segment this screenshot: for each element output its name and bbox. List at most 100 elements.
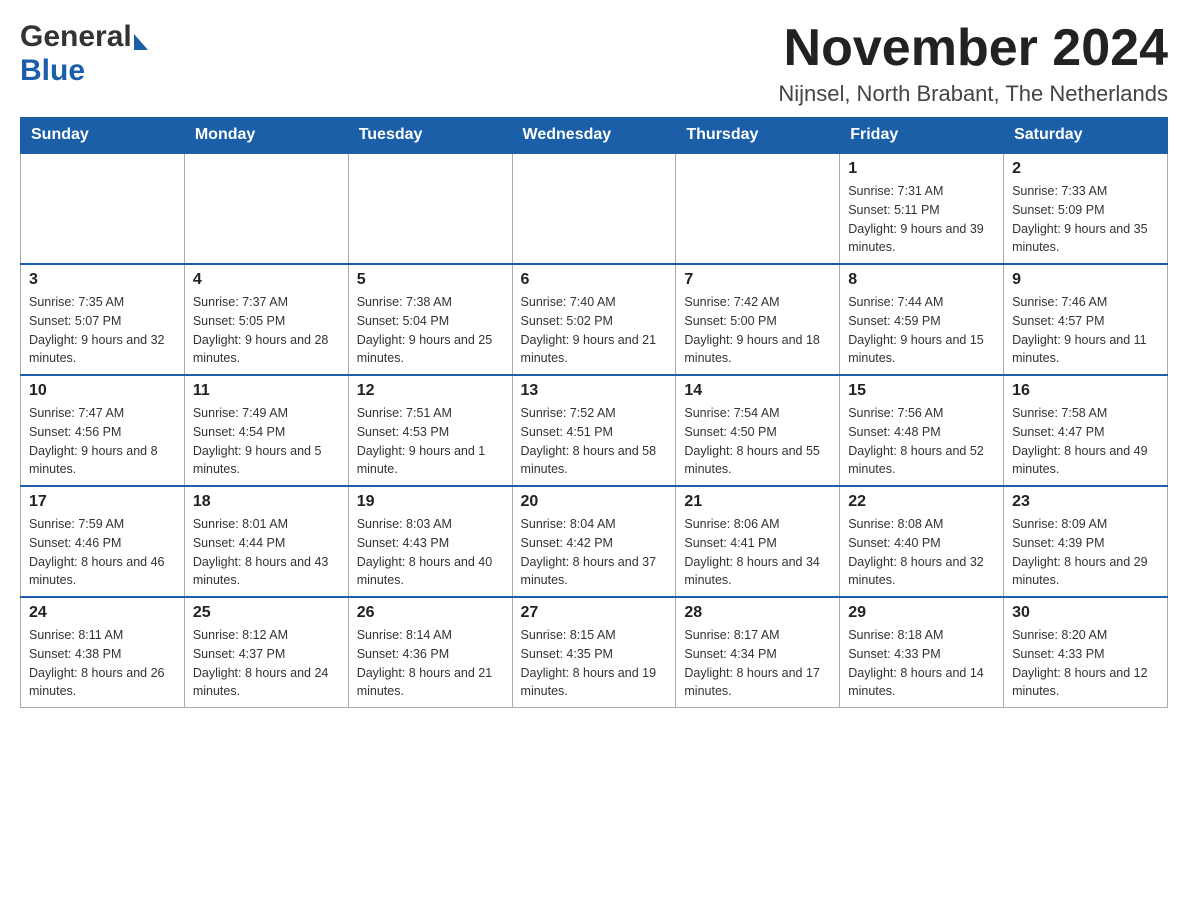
- day-info: Sunrise: 7:52 AMSunset: 4:51 PMDaylight:…: [521, 404, 668, 479]
- day-info: Sunrise: 8:12 AMSunset: 4:37 PMDaylight:…: [193, 626, 340, 701]
- day-number: 13: [521, 382, 668, 400]
- day-number: 28: [684, 604, 831, 622]
- day-info: Sunrise: 8:15 AMSunset: 4:35 PMDaylight:…: [521, 626, 668, 701]
- calendar-cell: [348, 153, 512, 264]
- calendar-cell: 5 Sunrise: 7:38 AMSunset: 5:04 PMDaylight…: [348, 264, 512, 375]
- calendar-cell: 9 Sunrise: 7:46 AMSunset: 4:57 PMDaylight…: [1004, 264, 1168, 375]
- day-number: 16: [1012, 382, 1159, 400]
- calendar-cell: 12 Sunrise: 7:51 AMSunset: 4:53 PMDayligh…: [348, 375, 512, 486]
- weekday-header-wednesday: Wednesday: [512, 118, 676, 154]
- calendar-cell: 3Sunrise: 7:35 AMSunset: 5:07 PMDaylight…: [21, 264, 185, 375]
- day-info: Sunrise: 7:35 AMSunset: 5:07 PMDaylight:…: [29, 293, 176, 368]
- calendar-cell: 17 Sunrise: 7:59 AMSunset: 4:46 PMDayligh…: [21, 486, 185, 597]
- day-info: Sunrise: 7:44 AMSunset: 4:59 PMDaylight:…: [848, 293, 995, 368]
- day-number: 1: [848, 160, 995, 178]
- day-number: 5: [357, 271, 504, 289]
- calendar-row-1: 3Sunrise: 7:35 AMSunset: 5:07 PMDaylight…: [21, 264, 1168, 375]
- day-info: Sunrise: 8:20 AMSunset: 4:33 PMDaylight:…: [1012, 626, 1159, 701]
- calendar-cell: 26Sunrise: 8:14 AMSunset: 4:36 PMDayligh…: [348, 597, 512, 708]
- calendar-cell: 7Sunrise: 7:42 AMSunset: 5:00 PMDaylight…: [676, 264, 840, 375]
- day-info: Sunrise: 7:49 AMSunset: 4:54 PMDaylight:…: [193, 404, 340, 479]
- weekday-header-tuesday: Tuesday: [348, 118, 512, 154]
- day-info: Sunrise: 8:14 AMSunset: 4:36 PMDaylight:…: [357, 626, 504, 701]
- day-number: 15: [848, 382, 995, 400]
- day-info: Sunrise: 7:40 AMSunset: 5:02 PMDaylight:…: [521, 293, 668, 368]
- weekday-header-thursday: Thursday: [676, 118, 840, 154]
- month-title: November 2024: [778, 20, 1168, 77]
- calendar-row-4: 24Sunrise: 8:11 AMSunset: 4:38 PMDayligh…: [21, 597, 1168, 708]
- calendar-cell: 23 Sunrise: 8:09 AMSunset: 4:39 PMDayligh…: [1004, 486, 1168, 597]
- calendar-cell: 16 Sunrise: 7:58 AMSunset: 4:47 PMDayligh…: [1004, 375, 1168, 486]
- day-number: 14: [684, 382, 831, 400]
- day-info: Sunrise: 7:33 AMSunset: 5:09 PMDaylight:…: [1012, 182, 1159, 257]
- day-number: 8: [848, 271, 995, 289]
- calendar-cell: 4 Sunrise: 7:37 AMSunset: 5:05 PMDaylight…: [184, 264, 348, 375]
- day-info: Sunrise: 7:46 AMSunset: 4:57 PMDaylight:…: [1012, 293, 1159, 368]
- logo-blue-text: Blue: [20, 54, 148, 88]
- day-number: 11: [193, 382, 340, 400]
- day-info: Sunrise: 7:38 AMSunset: 5:04 PMDaylight:…: [357, 293, 504, 368]
- day-info: Sunrise: 8:01 AMSunset: 4:44 PMDaylight:…: [193, 515, 340, 590]
- logo: General Blue: [20, 20, 148, 88]
- day-number: 20: [521, 493, 668, 511]
- calendar-cell: 10 Sunrise: 7:47 AMSunset: 4:56 PMDayligh…: [21, 375, 185, 486]
- calendar-cell: 15Sunrise: 7:56 AMSunset: 4:48 PMDayligh…: [840, 375, 1004, 486]
- calendar-cell: 8 Sunrise: 7:44 AMSunset: 4:59 PMDaylight…: [840, 264, 1004, 375]
- title-section: November 2024 Nijnsel, North Brabant, Th…: [778, 20, 1168, 107]
- day-number: 27: [521, 604, 668, 622]
- calendar-cell: 30 Sunrise: 8:20 AMSunset: 4:33 PMDayligh…: [1004, 597, 1168, 708]
- day-number: 17: [29, 493, 176, 511]
- day-number: 2: [1012, 160, 1159, 178]
- day-info: Sunrise: 8:03 AMSunset: 4:43 PMDaylight:…: [357, 515, 504, 590]
- day-info: Sunrise: 7:54 AMSunset: 4:50 PMDaylight:…: [684, 404, 831, 479]
- weekday-header-saturday: Saturday: [1004, 118, 1168, 154]
- calendar-cell: [21, 153, 185, 264]
- day-info: Sunrise: 7:37 AMSunset: 5:05 PMDaylight:…: [193, 293, 340, 368]
- day-info: Sunrise: 7:31 AMSunset: 5:11 PMDaylight:…: [848, 182, 995, 257]
- calendar-cell: 29 Sunrise: 8:18 AMSunset: 4:33 PMDayligh…: [840, 597, 1004, 708]
- day-info: Sunrise: 8:18 AMSunset: 4:33 PMDaylight:…: [848, 626, 995, 701]
- calendar-cell: 18Sunrise: 8:01 AMSunset: 4:44 PMDayligh…: [184, 486, 348, 597]
- day-number: 12: [357, 382, 504, 400]
- calendar-cell: 2 Sunrise: 7:33 AMSunset: 5:09 PMDaylight…: [1004, 153, 1168, 264]
- day-number: 19: [357, 493, 504, 511]
- day-number: 6: [521, 271, 668, 289]
- day-number: 30: [1012, 604, 1159, 622]
- calendar-cell: 13 Sunrise: 7:52 AMSunset: 4:51 PMDayligh…: [512, 375, 676, 486]
- calendar-cell: 27 Sunrise: 8:15 AMSunset: 4:35 PMDayligh…: [512, 597, 676, 708]
- day-number: 25: [193, 604, 340, 622]
- day-number: 10: [29, 382, 176, 400]
- calendar-cell: 25 Sunrise: 8:12 AMSunset: 4:37 PMDayligh…: [184, 597, 348, 708]
- day-info: Sunrise: 8:17 AMSunset: 4:34 PMDaylight:…: [684, 626, 831, 701]
- day-info: Sunrise: 7:58 AMSunset: 4:47 PMDaylight:…: [1012, 404, 1159, 479]
- day-number: 4: [193, 271, 340, 289]
- day-info: Sunrise: 8:06 AMSunset: 4:41 PMDaylight:…: [684, 515, 831, 590]
- day-number: 21: [684, 493, 831, 511]
- day-number: 29: [848, 604, 995, 622]
- calendar-cell: 24Sunrise: 8:11 AMSunset: 4:38 PMDayligh…: [21, 597, 185, 708]
- day-info: Sunrise: 8:04 AMSunset: 4:42 PMDaylight:…: [521, 515, 668, 590]
- calendar-cell: [184, 153, 348, 264]
- calendar-row-0: 1 Sunrise: 7:31 AMSunset: 5:11 PMDaylight…: [21, 153, 1168, 264]
- day-number: 22: [848, 493, 995, 511]
- calendar-cell: 11 Sunrise: 7:49 AMSunset: 4:54 PMDayligh…: [184, 375, 348, 486]
- calendar-cell: 20 Sunrise: 8:04 AMSunset: 4:42 PMDayligh…: [512, 486, 676, 597]
- day-info: Sunrise: 7:42 AMSunset: 5:00 PMDaylight:…: [684, 293, 831, 368]
- weekday-header-sunday: Sunday: [21, 118, 185, 154]
- calendar-cell: [512, 153, 676, 264]
- day-info: Sunrise: 7:51 AMSunset: 4:53 PMDaylight:…: [357, 404, 504, 479]
- day-info: Sunrise: 8:09 AMSunset: 4:39 PMDaylight:…: [1012, 515, 1159, 590]
- calendar-cell: 6 Sunrise: 7:40 AMSunset: 5:02 PMDaylight…: [512, 264, 676, 375]
- day-info: Sunrise: 8:08 AMSunset: 4:40 PMDaylight:…: [848, 515, 995, 590]
- logo-arrow-icon: [134, 34, 148, 50]
- calendar-cell: 19 Sunrise: 8:03 AMSunset: 4:43 PMDayligh…: [348, 486, 512, 597]
- day-info: Sunrise: 7:47 AMSunset: 4:56 PMDaylight:…: [29, 404, 176, 479]
- day-info: Sunrise: 7:59 AMSunset: 4:46 PMDaylight:…: [29, 515, 176, 590]
- calendar-cell: 14 Sunrise: 7:54 AMSunset: 4:50 PMDayligh…: [676, 375, 840, 486]
- day-number: 9: [1012, 271, 1159, 289]
- day-number: 24: [29, 604, 176, 622]
- calendar-cell: 21 Sunrise: 8:06 AMSunset: 4:41 PMDayligh…: [676, 486, 840, 597]
- calendar-cell: 1 Sunrise: 7:31 AMSunset: 5:11 PMDaylight…: [840, 153, 1004, 264]
- day-number: 23: [1012, 493, 1159, 511]
- location-title: Nijnsel, North Brabant, The Netherlands: [778, 81, 1168, 107]
